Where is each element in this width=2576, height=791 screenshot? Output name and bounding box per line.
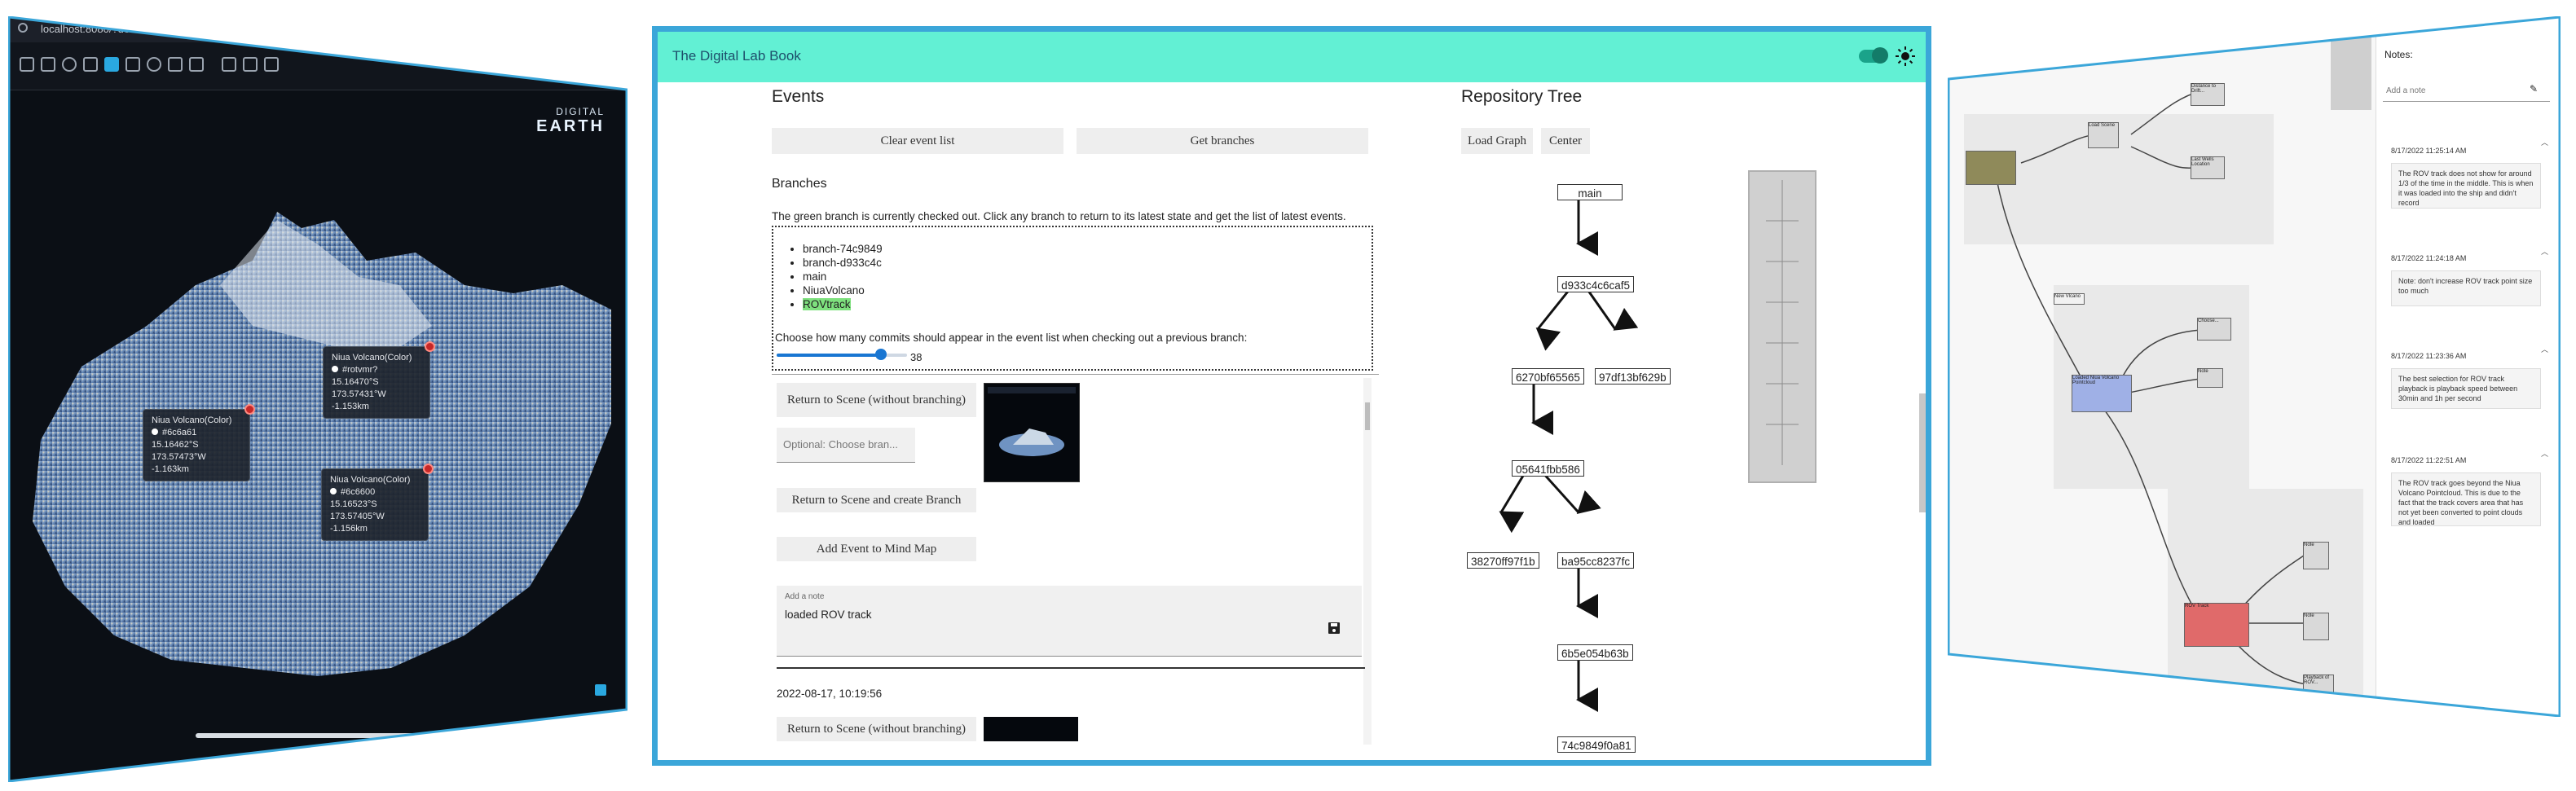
add-to-mindmap-button[interactable]: Add Event to Mind Map [777,537,976,561]
slider-thumb[interactable] [874,349,887,360]
tree-edge [1585,288,1639,331]
get-branches-button[interactable]: Get branches [1077,128,1368,154]
theme-toggle[interactable] [1859,47,1888,64]
tree-node[interactable]: 74c9849f0a81 [1557,736,1636,753]
tree-node[interactable]: d933c4c6caf5 [1557,276,1635,292]
slider-fill [777,354,881,357]
app-title: The Digital Lab Book [672,48,801,64]
branch-item[interactable]: branch-74c9849 [803,242,883,256]
toggle-knob[interactable] [1872,47,1888,64]
lab-book-app: The Digital Lab Book Events Clear event … [652,26,1931,766]
note-label: Add a note [785,592,825,601]
tree-node[interactable]: 05641fbb586 [1512,460,1584,477]
sun-icon[interactable] [1895,46,1916,67]
app-header: The Digital Lab Book [658,32,1926,82]
tree-node[interactable]: 6b5e054b63b [1557,644,1633,661]
return-scene-button[interactable]: Return to Scene (without branching) [777,717,976,741]
event-note-field[interactable]: Add a note loaded ROV track [777,586,1362,657]
event-divider [777,667,1365,669]
commit-count-question: Choose how many commits should appear in… [775,332,1248,344]
repo-tree-title: Repository Tree [1461,87,1583,106]
branches-panel: branch-74c9849 branch-d933c4c main NiuaV… [772,226,1373,371]
tree-node[interactable]: ba95cc8237fc [1557,552,1635,569]
clear-events-button[interactable]: Clear event list [772,128,1063,154]
thumbnail-image [988,387,1076,456]
event-timestamp: 2022-08-17, 10:19:56 [777,688,883,700]
event-thumbnail[interactable] [984,717,1078,741]
branch-item-active[interactable]: ROVtrack [803,297,883,311]
event-list-scrollbar[interactable] [1363,378,1372,745]
minimap-content [1766,180,1799,465]
tree-node[interactable]: 97df13bf629b [1595,368,1671,385]
branch-item[interactable]: NiuaVolcano [803,283,883,297]
note-value[interactable]: loaded ROV track [785,609,872,621]
tree-node[interactable]: 38270ff97f1b [1467,552,1539,569]
branch-list: branch-74c9849 branch-d933c4c main NiuaV… [788,242,883,311]
branch-item[interactable]: main [803,270,883,283]
tree-node[interactable]: 6270bf65565 [1512,368,1584,385]
return-scene-button[interactable]: Return to Scene (without branching) [777,383,976,417]
event-thumbnail[interactable] [984,383,1080,482]
return-create-branch-button[interactable]: Return to Scene and create Branch [777,488,976,512]
right-window-frame [1948,16,2561,717]
branch-name-placeholder: Optional: Choose bran... [783,438,898,450]
branches-description: The green branch is currently checked ou… [772,210,1346,222]
load-graph-button[interactable]: Load Graph [1461,128,1533,154]
scroll-thumb[interactable] [1365,402,1370,430]
commit-count-slider[interactable] [777,349,907,360]
commit-count-value: 38 [910,351,923,363]
tree-edge [1535,288,1572,351]
center-graph-button[interactable]: Center [1541,128,1590,154]
branches-heading: Branches [772,177,827,191]
events-title: Events [772,87,825,106]
branch-item[interactable]: branch-d933c4c [803,256,883,270]
page-scrollbar-thumb[interactable] [1919,393,1926,512]
left-window-frame [8,16,627,782]
tree-minimap[interactable] [1748,170,1816,483]
branch-name-input[interactable]: Optional: Choose bran... [777,428,915,463]
save-icon[interactable] [1328,622,1341,635]
tree-node-main[interactable]: main [1557,184,1623,200]
